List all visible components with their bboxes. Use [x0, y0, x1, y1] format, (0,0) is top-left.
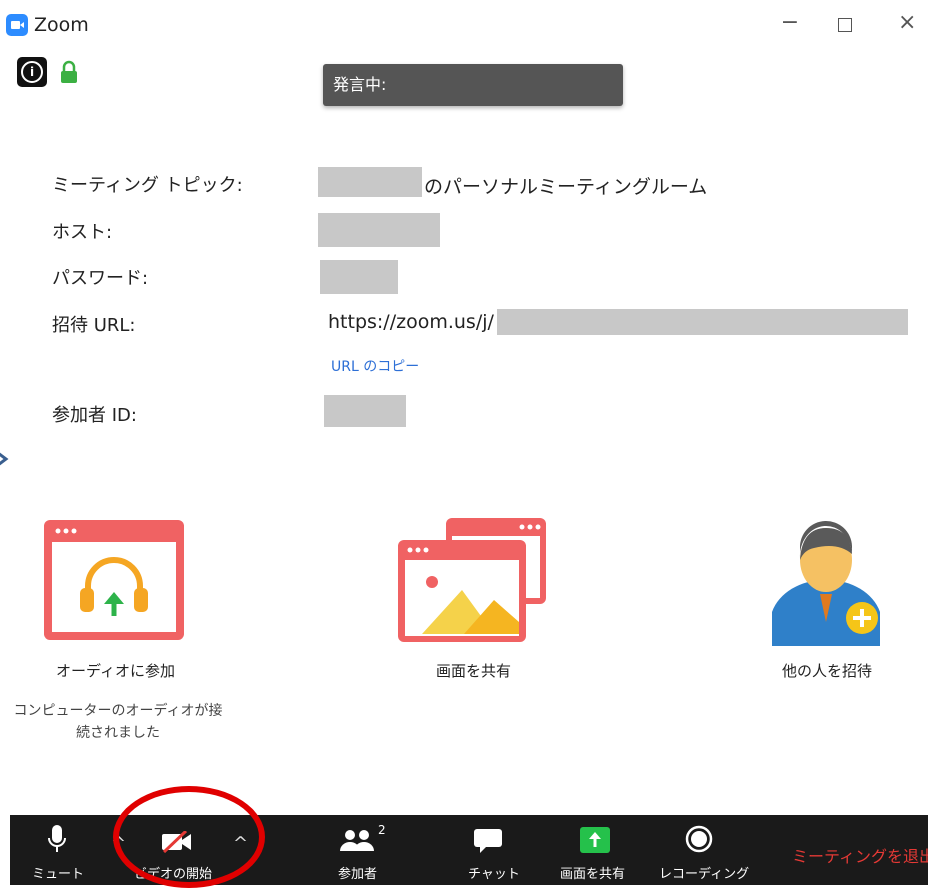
- host-name-redacted: [318, 167, 422, 197]
- join-audio-label: オーディオに参加: [56, 662, 175, 680]
- participants-count: 2: [378, 823, 386, 837]
- topic-label: ミーティング トピック:: [52, 175, 243, 196]
- share-screen-label: 画面を共有: [436, 662, 512, 680]
- copy-url-link[interactable]: URL のコピー: [331, 356, 419, 376]
- mute-button[interactable]: ミュート: [28, 815, 88, 885]
- invite-label: 他の人を招待: [782, 662, 873, 680]
- lock-icon: [61, 60, 77, 83]
- password-value-redacted: [320, 260, 398, 294]
- audio-options-chevron-icon[interactable]: ^: [111, 833, 126, 854]
- chevron-right-icon[interactable]: [0, 448, 10, 470]
- toolbar-share-screen-button[interactable]: 画面を共有: [560, 815, 640, 885]
- topic-value: のパーソナルミーティングルーム: [424, 176, 708, 198]
- invite-person-icon[interactable]: [768, 512, 886, 646]
- start-video-button[interactable]: ビデオの開始: [134, 815, 240, 885]
- audio-status-text: コンピューターのオーディオが接 続されました: [13, 703, 223, 741]
- mute-label: ミュート: [32, 867, 85, 882]
- title-bar: Zoom − ×: [0, 0, 928, 48]
- participants-label: 参加者: [338, 867, 378, 882]
- minimize-button[interactable]: −: [780, 10, 800, 35]
- start-video-label: ビデオの開始: [134, 867, 213, 882]
- maximize-button[interactable]: [838, 18, 852, 32]
- password-label: パスワード:: [52, 268, 149, 289]
- share-screen-icon[interactable]: [398, 518, 548, 642]
- speaking-indicator: 発言中:: [323, 64, 623, 106]
- participants-icon: [340, 830, 374, 851]
- headphones-icon[interactable]: [44, 520, 184, 640]
- chat-button[interactable]: チャット: [460, 815, 520, 885]
- invite-url-value: https://zoom.us/j/: [328, 311, 494, 333]
- close-button[interactable]: ×: [898, 10, 916, 35]
- leave-meeting-button[interactable]: ミーティングを退出: [792, 843, 928, 867]
- microphone-icon: [48, 825, 66, 852]
- video-off-icon: [162, 831, 191, 853]
- share-screen-arrow-icon: [580, 827, 610, 853]
- chat-icon: [474, 829, 502, 853]
- window-title: Zoom: [34, 14, 89, 36]
- invite-url-label: 招待 URL:: [52, 315, 136, 336]
- meeting-id-redacted: [497, 309, 908, 335]
- meeting-toolbar: ミュート ^ ビデオの開始 ^ 2 参加者 チャット 画面を共有 レコーディング…: [10, 815, 928, 885]
- chat-label: チャット: [468, 867, 520, 882]
- zoom-logo-icon: [6, 14, 28, 36]
- participants-button[interactable]: 2 参加者: [330, 815, 390, 885]
- record-icon: [685, 825, 713, 853]
- video-options-chevron-icon[interactable]: ^: [233, 833, 248, 854]
- meeting-info-icon[interactable]: i: [17, 57, 47, 87]
- host-value-redacted: [318, 213, 440, 247]
- toolbar-share-screen-label: 画面を共有: [560, 867, 626, 882]
- participant-id-label: 参加者 ID:: [52, 405, 137, 426]
- recording-label: レコーディング: [659, 867, 750, 882]
- participant-id-redacted: [324, 395, 406, 427]
- host-label: ホスト:: [52, 222, 113, 243]
- recording-button[interactable]: レコーディング: [655, 815, 749, 885]
